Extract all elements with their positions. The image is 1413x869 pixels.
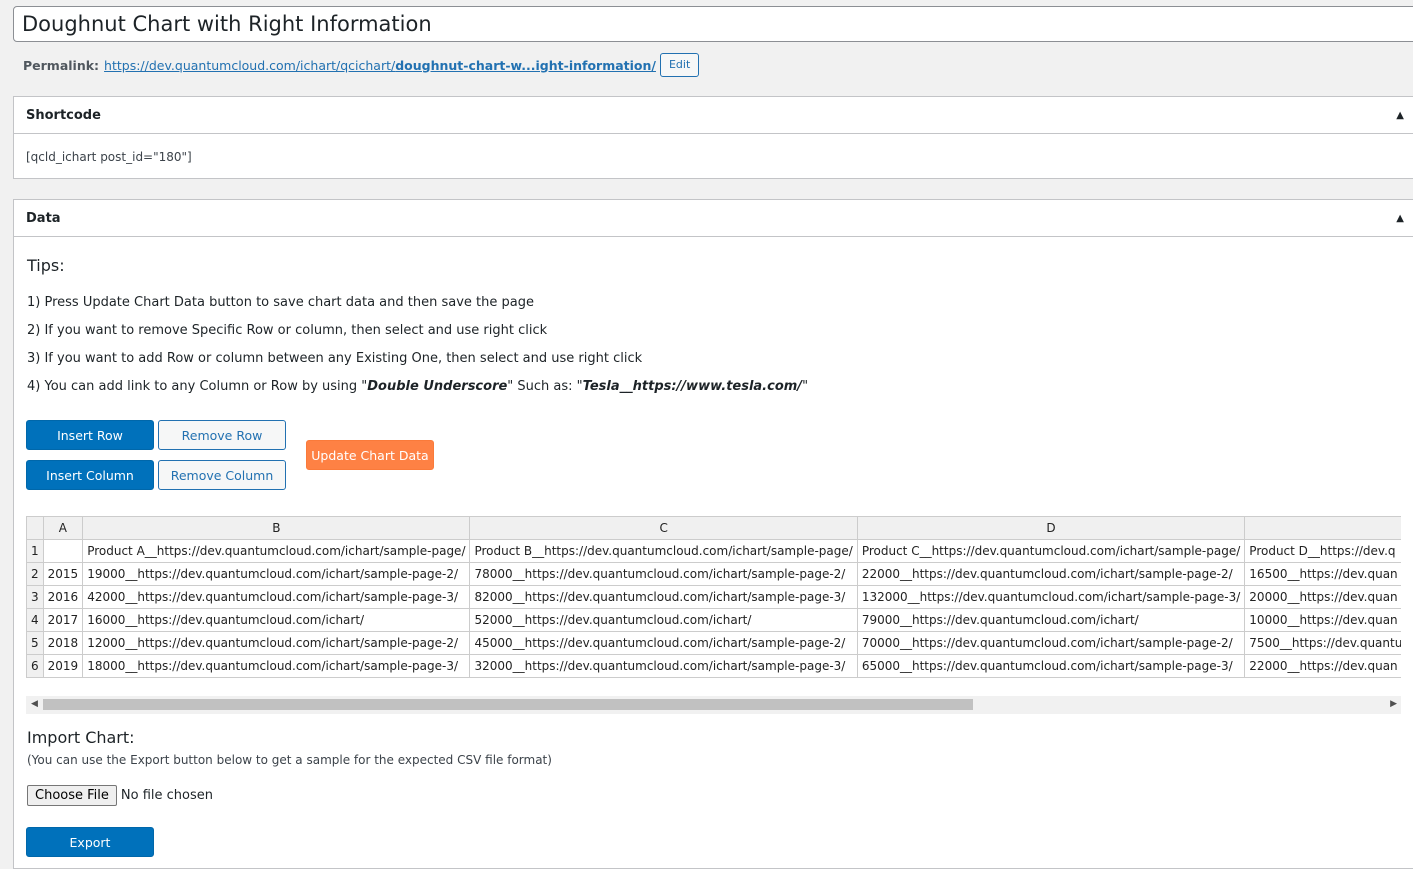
insert-row-button[interactable]: Insert Row — [26, 420, 154, 450]
permalink-url-prefix: https://dev.quantumcloud.com/ichart/qcic… — [104, 57, 396, 73]
update-chart-data-button[interactable]: Update Chart Data — [306, 440, 434, 470]
table-row: 2 2015 19000__https://dev.quantumcloud.com… — [26, 562, 1401, 586]
table-cell[interactable]: 22000__https://dev.quan — [1244, 654, 1401, 678]
row-header[interactable]: 6 — [26, 654, 44, 678]
shortcode-value: [qcld_ichart post_id="180"] — [26, 150, 192, 164]
table-cell[interactable]: 42000__https://dev.quantumcloud.com/icha… — [82, 585, 471, 609]
table-row: 1 Product A__https://dev.quantumcloud.com… — [26, 539, 1401, 563]
row-header[interactable]: 4 — [26, 608, 44, 632]
tip-4-emphasis-1: Double Underscore — [367, 379, 508, 394]
table-cell[interactable]: 2015 — [42, 562, 84, 586]
table-row: 5 2018 12000__https://dev.quantumcloud.com… — [26, 631, 1401, 655]
table-row: 6 2019 18000__https://dev.quantumcloud.com… — [26, 654, 1401, 678]
row-header[interactable]: 1 — [26, 539, 44, 563]
table-cell[interactable]: 52000__https://dev.quantumcloud.com/icha… — [469, 608, 858, 632]
column-header[interactable] — [1244, 516, 1401, 540]
data-box: Data ▲ Tips: 1) Press Update Chart Data … — [13, 199, 1413, 869]
tip-4-middle: " Such as: " — [507, 379, 583, 394]
insert-column-button[interactable]: Insert Column — [26, 460, 154, 490]
column-header[interactable]: A — [42, 516, 84, 540]
table-cell[interactable]: 70000__https://dev.quantumcloud.com/icha… — [856, 631, 1246, 655]
export-button[interactable]: Export — [26, 827, 154, 857]
collapse-triangle-icon[interactable]: ▲ — [1396, 213, 1410, 224]
permalink-link[interactable]: https://dev.quantumcloud.com/ichart/qcic… — [104, 58, 656, 73]
remove-row-button[interactable]: Remove Row — [158, 420, 286, 450]
table-cell[interactable]: 65000__https://dev.quantumcloud.com/icha… — [856, 654, 1246, 678]
scroll-left-arrow-icon[interactable]: ◀ — [31, 699, 38, 709]
tip-4: 4) You can add link to any Column or Row… — [27, 379, 808, 394]
table-cell[interactable]: 82000__https://dev.quantumcloud.com/icha… — [469, 585, 858, 609]
spreadsheet-table: A B C D 1 Product A__https://dev.quantumc… — [26, 516, 1401, 678]
file-input: Choose File No file chosen — [27, 785, 213, 806]
table-cell[interactable]: 22000__https://dev.quantumcloud.com/icha… — [856, 562, 1246, 586]
permalink-row: Permalink: https://dev.quantumcloud.com/… — [23, 53, 700, 77]
tip-3: 3) If you want to add Row or column betw… — [27, 351, 643, 366]
table-cell[interactable]: 2016 — [42, 585, 84, 609]
table-cell[interactable]: 10000__https://dev.quan — [1244, 608, 1401, 632]
permalink-label: Permalink: — [23, 57, 100, 73]
tip-4-emphasis-2: Tesla__https://www.tesla.com/ — [582, 379, 803, 394]
post-title-input[interactable]: Doughnut Chart with Right Information — [13, 6, 1413, 42]
table-cell[interactable]: 16000__https://dev.quantumcloud.com/icha… — [82, 608, 471, 632]
table-cell[interactable]: 20000__https://dev.quan — [1244, 585, 1401, 609]
column-header[interactable]: D — [856, 516, 1246, 540]
choose-file-button[interactable]: Choose File — [27, 785, 117, 806]
column-header-row: A B C D — [26, 516, 1401, 540]
table-cell[interactable]: 2018 — [42, 631, 84, 655]
table-cell[interactable]: 18000__https://dev.quantumcloud.com/icha… — [82, 654, 471, 678]
column-header[interactable]: B — [82, 516, 471, 540]
tips-title: Tips: — [27, 256, 65, 275]
data-box-header[interactable]: Data ▲ — [14, 200, 1413, 237]
collapse-triangle-icon[interactable]: ▲ — [1396, 110, 1410, 121]
data-box-title: Data — [26, 210, 61, 226]
table-cell[interactable]: 12000__https://dev.quantumcloud.com/icha… — [82, 631, 471, 655]
import-chart-note: (You can use the Export button below to … — [27, 753, 552, 767]
horizontal-scrollbar[interactable]: ◀ ▶ — [26, 696, 1401, 714]
tip-4-suffix: " — [802, 379, 809, 394]
table-cell[interactable]: Product D__https://dev.q — [1244, 539, 1401, 563]
row-header[interactable]: 2 — [26, 562, 44, 586]
row-header[interactable]: 5 — [26, 631, 44, 655]
table-cell[interactable]: 45000__https://dev.quantumcloud.com/icha… — [469, 631, 858, 655]
table-cell[interactable]: 19000__https://dev.quantumcloud.com/icha… — [82, 562, 471, 586]
table-cell[interactable]: 16500__https://dev.quan — [1244, 562, 1401, 586]
corner-header[interactable] — [26, 516, 44, 540]
scroll-right-arrow-icon[interactable]: ▶ — [1390, 699, 1397, 709]
table-cell[interactable]: 78000__https://dev.quantumcloud.com/icha… — [469, 562, 858, 586]
tip-2: 2) If you want to remove Specific Row or… — [27, 323, 548, 338]
table-cell[interactable]: Product A__https://dev.quantumcloud.com/… — [82, 539, 471, 563]
shortcode-box-title: Shortcode — [26, 107, 101, 123]
table-cell[interactable]: 32000__https://dev.quantumcloud.com/icha… — [469, 654, 858, 678]
edit-permalink-button[interactable]: Edit — [659, 53, 700, 77]
shortcode-box: Shortcode ▲ [qcld_ichart post_id="180"] — [13, 96, 1413, 179]
table-row: 3 2016 42000__https://dev.quantumcloud.com… — [26, 585, 1401, 609]
spreadsheet-grid[interactable]: A B C D 1 Product A__https://dev.quantumc… — [26, 516, 1401, 682]
shortcode-box-header[interactable]: Shortcode ▲ — [14, 97, 1413, 134]
table-row: 4 2017 16000__https://dev.quantumcloud.com… — [26, 608, 1401, 632]
scrollbar-thumb[interactable] — [43, 699, 973, 710]
table-cell[interactable]: 79000__https://dev.quantumcloud.com/icha… — [856, 608, 1246, 632]
tip-1: 1) Press Update Chart Data button to sav… — [27, 295, 534, 310]
import-chart-title: Import Chart: — [27, 728, 135, 747]
row-header[interactable]: 3 — [26, 585, 44, 609]
table-cell[interactable]: 2019 — [42, 654, 84, 678]
table-cell[interactable]: Product B__https://dev.quantumcloud.com/… — [469, 539, 858, 563]
table-cell[interactable] — [42, 539, 84, 563]
column-header[interactable]: C — [469, 516, 858, 540]
permalink-url-slug: doughnut-chart-w...ight-information/ — [395, 57, 656, 73]
table-cell[interactable]: Product C__https://dev.quantumcloud.com/… — [856, 539, 1246, 563]
table-cell[interactable]: 132000__https://dev.quantumcloud.com/ich… — [856, 585, 1246, 609]
table-cell[interactable]: 2017 — [42, 608, 84, 632]
file-status: No file chosen — [120, 788, 213, 803]
tip-4-prefix: 4) You can add link to any Column or Row… — [27, 379, 368, 394]
remove-column-button[interactable]: Remove Column — [158, 460, 286, 490]
table-cell[interactable]: 7500__https://dev.quantu — [1244, 631, 1401, 655]
